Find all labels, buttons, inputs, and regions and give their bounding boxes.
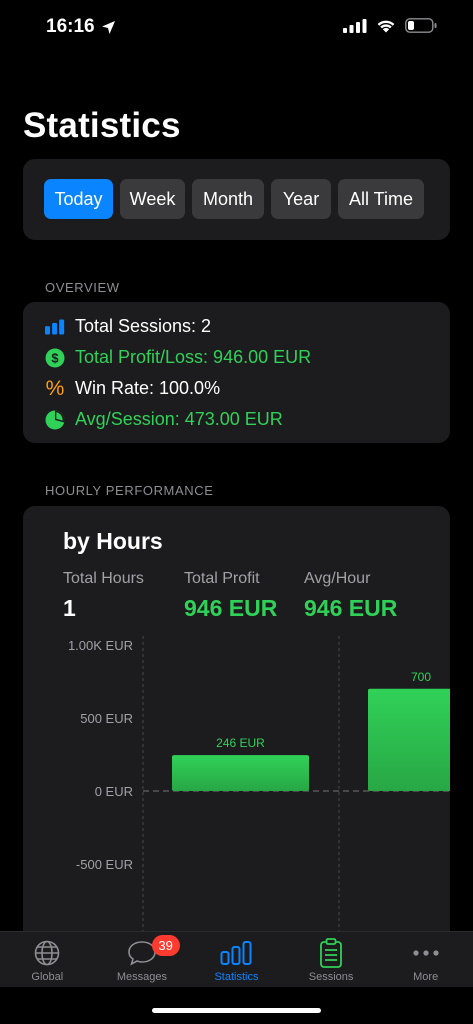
total-hours-value: 1 bbox=[63, 595, 76, 621]
bar-data-label: 246 EUR bbox=[216, 736, 265, 750]
clock-text: 16:16 bbox=[46, 16, 95, 37]
bar-chart-icon bbox=[220, 938, 252, 968]
tab-global[interactable]: Global bbox=[0, 932, 95, 987]
total-hours-label: Total Hours bbox=[63, 570, 144, 587]
hourly-performance-card: by Hours Total Hours 1 Total Profit 946 … bbox=[23, 506, 450, 946]
wifi-icon bbox=[377, 20, 395, 33]
tab-sessions-label: Sessions bbox=[308, 971, 354, 983]
total-profit-label: Total Profit bbox=[184, 570, 260, 587]
bar-chart-icon bbox=[45, 317, 65, 337]
total-profit-row: $ Total Profit/Loss: 946.00 EUR bbox=[45, 347, 311, 368]
hourly-bar-chart: 1.00K EUR 500 EUR 0 EUR -500 EUR 246 EUR 700 bbox=[68, 636, 450, 946]
avg-session-text: Avg/Session: 473.00 EUR bbox=[75, 409, 283, 429]
status-icons bbox=[343, 18, 437, 33]
dollar-circle-icon: $ bbox=[45, 348, 65, 368]
filter-all-time-button[interactable]: All Time bbox=[338, 179, 424, 219]
tab-messages-label: Messages bbox=[116, 971, 167, 983]
page-title: Statistics bbox=[23, 106, 181, 145]
hourly-chart-title: by Hours bbox=[63, 528, 163, 554]
avg-hour-label: Avg/Hour bbox=[304, 570, 371, 587]
time-filter-segmented-control: Today Week Month Year All Time bbox=[44, 179, 424, 219]
filter-year-button[interactable]: Year bbox=[271, 179, 331, 219]
avg-hour-stat: Avg/Hour 946 EUR bbox=[304, 570, 397, 622]
bar-hour-1 bbox=[368, 688, 450, 791]
y-tick-label: -500 EUR bbox=[76, 857, 133, 872]
battery-icon bbox=[405, 18, 437, 33]
pie-chart-icon bbox=[45, 409, 65, 430]
time-filter-card: Today Week Month Year All Time bbox=[23, 159, 450, 240]
total-hours-stat: Total Hours 1 bbox=[63, 570, 144, 622]
y-tick-label: 0 EUR bbox=[95, 784, 133, 799]
overview-card: Total Sessions: 2 $ Total Profit/Loss: 9… bbox=[23, 302, 450, 443]
tab-global-label: Global bbox=[31, 971, 64, 983]
filter-month-button[interactable]: Month bbox=[192, 179, 264, 219]
y-tick-label: 500 EUR bbox=[80, 711, 133, 726]
tab-statistics-label: Statistics bbox=[214, 971, 259, 983]
win-rate-row: % Win Rate: 100.0% bbox=[45, 376, 221, 400]
bar-hour-0 bbox=[172, 755, 309, 791]
status-time: 16:16 bbox=[46, 16, 116, 38]
total-profit-stat: Total Profit 946 EUR bbox=[184, 570, 277, 622]
tab-statistics[interactable]: Statistics bbox=[189, 932, 284, 987]
tab-bar: Global 39 Messages Statistics Sessions M… bbox=[0, 931, 473, 987]
cellular-signal-icon bbox=[343, 18, 367, 33]
filter-week-button[interactable]: Week bbox=[120, 179, 185, 219]
hourly-section-header: HOURLY PERFORMANCE bbox=[45, 483, 214, 498]
clipboard-icon bbox=[315, 938, 347, 968]
ellipsis-icon bbox=[410, 938, 442, 968]
avg-session-row: Avg/Session: 473.00 EUR bbox=[45, 409, 283, 430]
filter-today-button[interactable]: Today bbox=[44, 179, 113, 219]
y-tick-label: 1.00K EUR bbox=[68, 638, 133, 653]
dollar-symbol: $ bbox=[51, 350, 59, 365]
status-bar: 16:16 bbox=[0, 0, 473, 56]
total-sessions-row: Total Sessions: 2 bbox=[45, 316, 211, 337]
total-sessions-text: Total Sessions: 2 bbox=[75, 316, 212, 336]
tab-more-label: More bbox=[413, 971, 439, 983]
total-profit-text: Total Profit/Loss: 946.00 EUR bbox=[75, 347, 312, 367]
location-arrow-icon bbox=[101, 20, 115, 34]
total-profit-value: 946 EUR bbox=[184, 595, 278, 621]
tab-messages[interactable]: 39 Messages bbox=[95, 932, 190, 987]
messages-badge: 39 bbox=[151, 935, 180, 956]
tab-more[interactable]: More bbox=[378, 932, 473, 987]
avg-hour-value: 946 EUR bbox=[304, 595, 398, 621]
overview-section-header: OVERVIEW bbox=[45, 280, 120, 295]
tab-sessions[interactable]: Sessions bbox=[284, 932, 379, 987]
percent-icon: % bbox=[45, 376, 65, 400]
globe-icon bbox=[31, 938, 63, 968]
home-indicator bbox=[152, 1008, 321, 1013]
win-rate-text: Win Rate: 100.0% bbox=[75, 378, 221, 398]
bar-data-label: 700 bbox=[411, 670, 431, 684]
